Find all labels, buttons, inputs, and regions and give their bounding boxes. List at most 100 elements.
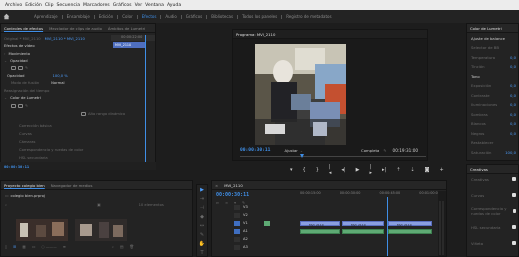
- track-target[interactable]: [234, 229, 240, 234]
- mark-out-icon[interactable]: }: [316, 167, 319, 173]
- tab-media-browser[interactable]: Navegador de medios: [51, 183, 93, 188]
- step-forward-icon[interactable]: |▸: [369, 164, 372, 176]
- track-target[interactable]: [234, 213, 240, 218]
- go-to-out-icon[interactable]: ▸|: [382, 167, 386, 173]
- fx-curves[interactable]: Curvas: [19, 132, 32, 136]
- lumetri-row[interactable]: Exposición 0,0: [467, 82, 518, 90]
- button-editor-icon[interactable]: +: [439, 167, 443, 173]
- track-target[interactable]: [234, 237, 240, 242]
- effect-playhead[interactable]: [145, 35, 146, 166]
- ellipse-mask-icon[interactable]: [11, 103, 16, 108]
- track-target[interactable]: [234, 221, 240, 226]
- new-item-icon[interactable]: ▤: [120, 245, 123, 249]
- linked-select-icon[interactable]: ∞: [225, 201, 228, 205]
- audio-clip[interactable]: [388, 229, 432, 234]
- timeline-track[interactable]: V2: [212, 213, 438, 219]
- lift-icon[interactable]: ⇡: [396, 167, 400, 173]
- lumetri-row-value[interactable]: 0,0: [510, 131, 516, 136]
- lumetri-section[interactable]: Curvas: [467, 191, 518, 199]
- program-timecode[interactable]: 00:00:30:11: [240, 148, 270, 153]
- workspace-tab[interactable]: Audio: [161, 14, 180, 19]
- menu-item-ventana[interactable]: Ventana: [145, 3, 164, 8]
- lumetri-row[interactable]: Saturación 100,0: [467, 148, 518, 156]
- checkbox-icon[interactable]: [512, 225, 516, 229]
- icon-view-icon[interactable]: ▦: [22, 245, 25, 249]
- fx-cameras[interactable]: Cámaras: [19, 140, 35, 144]
- lock-icon[interactable]: ▯: [5, 245, 7, 249]
- video-clip[interactable]: MVI_2110: [388, 221, 432, 227]
- timeline-track[interactable]: V1 MVI_2110 MVI_2110 MVI_2110: [212, 221, 438, 227]
- lumetri-row[interactable]: Restablecer: [467, 139, 518, 147]
- lumetri-row[interactable]: Iluminaciones 0,0: [467, 101, 518, 109]
- list-view-icon[interactable]: ☰: [13, 245, 16, 249]
- rect-mask-icon[interactable]: [18, 65, 23, 70]
- quality-select[interactable]: Completa: [361, 148, 379, 153]
- add-marker-icon[interactable]: ▾: [290, 167, 293, 173]
- lumetri-row-value[interactable]: 0,0: [510, 64, 516, 69]
- program-scrubber[interactable]: [240, 156, 426, 157]
- lumetri-row-value[interactable]: 100,0: [505, 150, 516, 155]
- fx-hsl-secondary[interactable]: HSL secundaria: [19, 156, 48, 160]
- chevron-down-icon[interactable]: ⌄: [300, 148, 303, 153]
- timeline-track[interactable]: A1: [212, 229, 438, 235]
- workspace-tab[interactable]: Ensamblaje: [63, 14, 94, 19]
- workspace-tab[interactable]: Aprendizaje: [30, 14, 62, 19]
- workspace-tab[interactable]: Edición: [95, 14, 117, 19]
- lumetri-section[interactable]: Creativas: [467, 175, 518, 183]
- lumetri-row[interactable]: Tinción 0,0: [467, 63, 518, 71]
- find-icon[interactable]: ⌕: [112, 245, 114, 249]
- ripple-edit-icon[interactable]: ⊣: [200, 205, 204, 211]
- timeline-ruler[interactable]: 00:00:15:00 00:00:30:00 00:00:45:00 00:01:0…: [300, 191, 440, 198]
- timeline-timecode[interactable]: 00:00:30:11: [216, 192, 249, 198]
- expand-chevron-icon[interactable]: ⌄: [4, 96, 7, 100]
- lumetri-row[interactable]: Contraste 0,0: [467, 91, 518, 99]
- menu-item-gráficos[interactable]: Gráficos: [113, 3, 132, 8]
- new-bin-icon[interactable]: ▣: [97, 203, 100, 207]
- trash-icon[interactable]: 🗑: [129, 245, 134, 249]
- expand-chevron-icon[interactable]: ›: [4, 52, 5, 56]
- video-clip[interactable]: MVI_2110: [342, 221, 384, 227]
- menu-item-marcadores[interactable]: Marcadores: [83, 3, 110, 8]
- fx-basic-correction[interactable]: Corrección básica: [19, 124, 52, 128]
- audio-clip[interactable]: [342, 229, 384, 234]
- workspace-tab[interactable]: Registro de metadatos: [282, 14, 335, 19]
- wrench-icon[interactable]: ✎: [383, 148, 386, 153]
- type-tool-icon[interactable]: T: [200, 250, 203, 256]
- fx-movement[interactable]: Movimiento: [8, 52, 30, 56]
- workspace-tab[interactable]: Efectos: [138, 14, 161, 19]
- lumetri-row[interactable]: Ajuste de balance: [467, 34, 518, 42]
- workspace-tab[interactable]: Todos los paneles: [238, 14, 281, 19]
- lumetri-section[interactable]: HSL secundaria: [467, 223, 518, 231]
- checkbox-icon[interactable]: [512, 193, 516, 197]
- freeform-view-icon[interactable]: ▭: [32, 245, 35, 249]
- tab-project[interactable]: Proyecto colegio bien: [4, 183, 45, 188]
- menu-item-edición[interactable]: Edición: [25, 3, 42, 8]
- sort-icon[interactable]: ≡: [63, 245, 66, 249]
- menu-item-ver[interactable]: Ver: [135, 3, 143, 8]
- menu-item-clip[interactable]: Clip: [45, 3, 54, 8]
- timeline-track[interactable]: A3: [212, 245, 438, 251]
- lumetri-row-value[interactable]: 0,0: [510, 83, 516, 88]
- zoom-slider[interactable]: ○ ———: [41, 245, 56, 249]
- hdr-checkbox[interactable]: [81, 111, 86, 116]
- lumetri-section[interactable]: Correspondencia y ruedas de color: [467, 206, 518, 216]
- timeline-track[interactable]: V3: [212, 205, 438, 211]
- tab-effect-controls[interactable]: Controles de efectos: [4, 26, 43, 31]
- tab-sequence[interactable]: MVI_2110: [224, 183, 243, 188]
- workspace-tab[interactable]: Gráficos: [182, 14, 206, 19]
- fit-select[interactable]: Ajustar: [284, 148, 297, 153]
- hand-tool-icon[interactable]: ✋: [199, 241, 205, 247]
- expand-chevron-icon[interactable]: ⌄: [4, 59, 7, 63]
- tab-lumetri-scopes[interactable]: Ámbitos de Lumetri: [108, 26, 145, 31]
- tab-creative[interactable]: Creativas: [470, 167, 488, 172]
- fx-opacity[interactable]: Opacidad: [10, 59, 28, 63]
- tab-audio-clip-mixer[interactable]: Mezclador de clips de audio: [49, 26, 102, 31]
- workspace-tab[interactable]: Color: [118, 14, 136, 19]
- ellipse-mask-icon[interactable]: [11, 65, 16, 70]
- lumetri-row-value[interactable]: 0,0: [510, 102, 516, 107]
- pen-mask-icon[interactable]: ✎: [25, 66, 28, 70]
- checkbox-icon[interactable]: [513, 209, 516, 213]
- step-back-icon[interactable]: ◂|: [341, 167, 345, 173]
- menu-item-ayuda[interactable]: Ayuda: [167, 3, 181, 8]
- menu-item-secuencia[interactable]: Secuencia: [57, 3, 81, 8]
